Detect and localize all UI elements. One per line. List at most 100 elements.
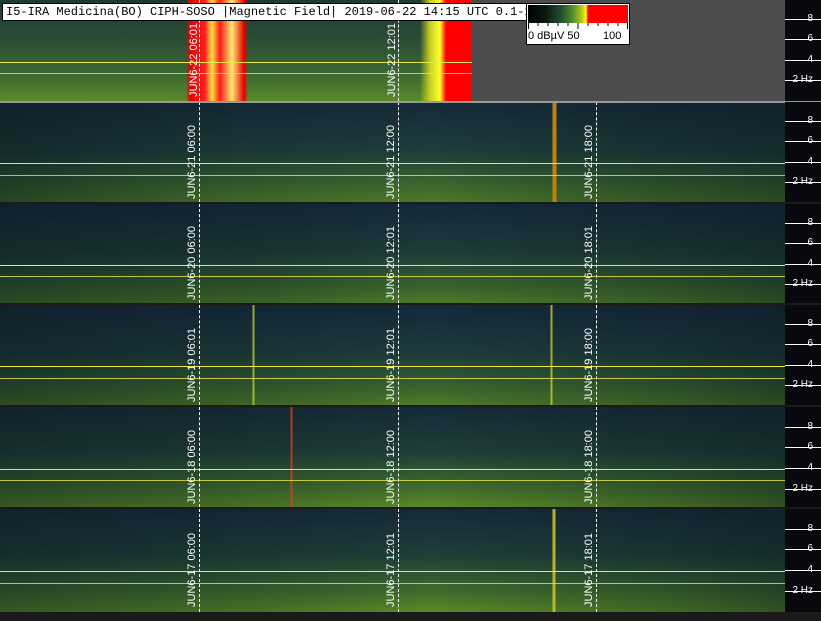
tick-label-4: 4 — [807, 54, 813, 65]
time-label-jun18-1200: JUN6-18 12:00 — [385, 430, 397, 504]
tick-mark — [785, 121, 821, 122]
time-marker-0600 — [199, 102, 200, 202]
spectrogram-page: JUN6-22 06:01 JUN6-22 12:01 JUN6-21 06:0… — [0, 0, 821, 621]
tick-label-4: 4 — [807, 156, 813, 167]
time-marker-1200 — [398, 102, 399, 202]
time-label-jun19-1201: JUN6-19 12:01 — [385, 328, 397, 402]
colorbar-max-label: 100 — [603, 30, 622, 42]
tick-label-4: 4 — [807, 359, 813, 370]
time-marker-0600 — [199, 305, 200, 405]
tick-label-4: 4 — [807, 258, 813, 269]
tick-label-2hz: 2 Hz — [792, 379, 813, 390]
strip-separator — [0, 507, 821, 509]
tick-mark — [785, 324, 821, 325]
time-marker-0600 — [199, 204, 200, 303]
spectrogram-strip-jun19: JUN6-19 06:01 JUN6-19 12:01 JUN6-19 18:0… — [0, 305, 785, 405]
time-label-jun22-1201: JUN6-22 12:01 — [386, 23, 398, 97]
tick-label-8: 8 — [807, 318, 813, 329]
spectrogram-strip-jun17: JUN6-17 06:00 JUN6-17 12:01 JUN6-17 18:0… — [0, 509, 785, 612]
time-marker-1800 — [596, 204, 597, 303]
tick-mark — [785, 468, 821, 469]
tick-label-8: 8 — [807, 421, 813, 432]
frequency-axis: 8 6 4 2 Hz — [785, 204, 821, 303]
tick-label-6: 6 — [807, 237, 813, 248]
tick-label-6: 6 — [807, 543, 813, 554]
reference-line-2hz — [0, 73, 472, 74]
time-label-jun22-0601: JUN6-22 06:01 — [188, 23, 200, 97]
frequency-axis: 8 6 4 2 Hz — [785, 509, 821, 612]
tick-mark — [785, 365, 821, 366]
tick-mark — [785, 141, 821, 142]
tick-mark — [785, 549, 821, 550]
time-label-jun20-1801: JUN6-20 18:01 — [583, 226, 595, 300]
strip-separator — [0, 101, 821, 103]
time-label-jun20-1201: JUN6-20 12:01 — [385, 226, 397, 300]
tick-label-4: 4 — [807, 462, 813, 473]
colorbar-gradient — [528, 5, 628, 23]
time-label-jun21-1800: JUN6-21 18:00 — [583, 125, 595, 199]
tick-mark — [785, 570, 821, 571]
tick-label-8: 8 — [807, 523, 813, 534]
tick-label-6: 6 — [807, 33, 813, 44]
time-label-jun19-1800: JUN6-19 18:00 — [583, 328, 595, 402]
time-label-jun17-1201: JUN6-17 12:01 — [385, 533, 397, 607]
tick-mark — [785, 19, 821, 20]
time-marker-1200 — [398, 305, 399, 405]
tick-label-2hz: 2 Hz — [792, 74, 813, 85]
strip-separator — [0, 612, 821, 621]
time-marker-1800 — [596, 509, 597, 612]
time-label-jun17-1801: JUN6-17 18:01 — [583, 533, 595, 607]
tick-label-6: 6 — [807, 135, 813, 146]
frequency-axis: 8 6 4 2 Hz — [785, 102, 821, 202]
tick-mark — [785, 344, 821, 345]
tick-mark — [785, 39, 821, 40]
tick-mark — [785, 60, 821, 61]
tick-label-8: 8 — [807, 13, 813, 24]
tick-label-8: 8 — [807, 217, 813, 228]
tick-label-2hz: 2 Hz — [792, 483, 813, 494]
time-label-jun17-0600: JUN6-17 06:00 — [186, 533, 198, 607]
reference-line-4hz — [0, 62, 472, 63]
time-marker-1200 — [398, 204, 399, 303]
colorbar-scale-label: 0 dBµV 50 — [528, 30, 580, 42]
time-marker-0600 — [199, 509, 200, 612]
time-label-jun21-0600: JUN6-21 06:00 — [186, 125, 198, 199]
time-marker-0600 — [199, 407, 200, 507]
frequency-axis: 8 6 4 2 Hz — [785, 407, 821, 507]
time-marker-1200 — [398, 407, 399, 507]
tick-mark — [785, 162, 821, 163]
strip-separator — [0, 303, 821, 305]
spectrogram-strip-jun21: JUN6-21 06:00 JUN6-21 12:00 JUN6-21 18:0… — [0, 102, 785, 202]
time-label-jun18-0600: JUN6-18 06:00 — [186, 430, 198, 504]
tick-mark — [785, 529, 821, 530]
frequency-axis: 8 6 4 2 Hz — [785, 0, 821, 101]
page-title: I5-IRA Medicina(BO) CIPH-SOSO |Magnetic … — [2, 3, 543, 21]
time-label-jun19-0601: JUN6-19 06:01 — [186, 328, 198, 402]
tick-label-2hz: 2 Hz — [792, 176, 813, 187]
colorbar-ticks — [528, 23, 628, 29]
strip-separator — [0, 405, 821, 407]
tick-label-6: 6 — [807, 338, 813, 349]
spectrogram-strip-jun20: JUN6-20 06:00 JUN6-20 12:01 JUN6-20 18:0… — [0, 204, 785, 303]
tick-label-8: 8 — [807, 115, 813, 126]
time-label-jun20-0600: JUN6-20 06:00 — [186, 226, 198, 300]
tick-label-6: 6 — [807, 441, 813, 452]
frequency-axis: 8 6 4 2 Hz — [785, 305, 821, 405]
time-marker-1800 — [596, 407, 597, 507]
strip-separator — [0, 202, 821, 204]
tick-mark — [785, 427, 821, 428]
spectrogram-strip-jun18: JUN6-18 06:00 JUN6-18 12:00 JUN6-18 18:0… — [0, 407, 785, 507]
colorbar-legend: 0 dBµV 50 100 — [526, 3, 630, 45]
tick-label-2hz: 2 Hz — [792, 585, 813, 596]
tick-mark — [785, 264, 821, 265]
time-marker-1200 — [398, 509, 399, 612]
tick-label-4: 4 — [807, 564, 813, 575]
tick-mark — [785, 243, 821, 244]
tick-label-2hz: 2 Hz — [792, 278, 813, 289]
time-marker-1800 — [596, 305, 597, 405]
time-label-jun21-1200: JUN6-21 12:00 — [385, 125, 397, 199]
tick-mark — [785, 223, 821, 224]
tick-mark — [785, 447, 821, 448]
time-label-jun18-1800: JUN6-18 18:00 — [583, 430, 595, 504]
time-marker-1800 — [596, 102, 597, 202]
